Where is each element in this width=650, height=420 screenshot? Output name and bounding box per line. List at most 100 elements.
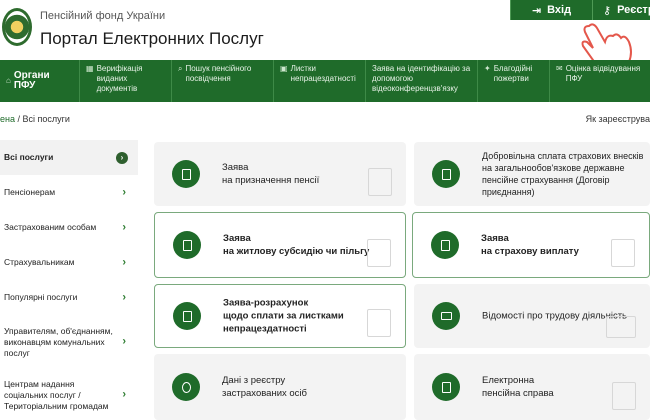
service-card-electronic-pension-file[interactable]: Електронна пенсійна справа — [414, 354, 650, 420]
card-line: на страхову виплату — [481, 246, 579, 257]
register-label: Реєстра — [617, 4, 650, 16]
document-check-icon — [367, 309, 391, 337]
document-icon — [172, 160, 200, 188]
login-label: Вхід — [547, 4, 572, 16]
org-name: Пенсійний фонд України — [40, 10, 166, 22]
document-icon — [432, 373, 460, 401]
document-outline-icon — [612, 382, 636, 410]
nav-item-visit-rating[interactable]: ✉ Оцінка відвідування ПФУ — [550, 60, 650, 102]
card-line: Дані з реєстру — [222, 375, 286, 386]
envelope-outline-icon — [606, 316, 636, 338]
document-check-icon — [367, 239, 391, 267]
auth-buttons: ⇥ Вхід ⚷ Реєстра — [510, 0, 650, 20]
register-button[interactable]: ⚷ Реєстра — [592, 0, 650, 20]
sidebar-item-label: Центрам надання соціальних послуг / Тери… — [4, 378, 109, 411]
site-header: Пенсійний фонд України Портал Електронни… — [0, 0, 650, 72]
service-card-insured-registry[interactable]: Дані з реєстру застрахованих осіб — [154, 354, 406, 420]
card-line: на загальнообов'язкове державне — [482, 163, 625, 173]
how-to-register-link[interactable]: Як зареєструва — [586, 114, 650, 124]
document-icon — [431, 231, 459, 259]
card-line: приєднання) — [482, 187, 535, 197]
gift-icon: ✦ — [484, 64, 491, 73]
card-text: Заява на призначення пенсії — [222, 161, 319, 187]
main-nav: ⌂ Органи ПФУ ▦ Верифікація виданих докум… — [0, 60, 650, 102]
login-button[interactable]: ⇥ Вхід — [510, 0, 592, 20]
document-icon — [173, 302, 201, 330]
service-card-insurance-payment[interactable]: Заява на страхову виплату — [412, 212, 650, 278]
sidebar-item-social-centers[interactable]: Центрам надання соціальних послуг / Тери… — [0, 369, 138, 420]
search-icon: ⌕ — [178, 64, 183, 73]
breadcrumb-separator: / — [14, 114, 23, 124]
nav-item-pension-search[interactable]: ⌕ Пошук пенсійного посвідчення — [172, 60, 274, 102]
card-text: Заява на житлову субсидію чи пільгу — [223, 232, 369, 258]
sidebar-item-insured-persons[interactable]: Застрахованим особам › — [0, 210, 138, 245]
sidebar-item-all-services[interactable]: Всі послуги › — [0, 140, 138, 175]
nav-item-label: Заява на ідентифікацію за допомогою віде… — [372, 64, 471, 93]
document-check-icon — [611, 239, 635, 267]
nav-item-label: Листки непрацездатності — [290, 64, 356, 83]
sidebar-item-insurers[interactable]: Страхувальникам › — [0, 245, 138, 280]
nav-item-label: Пошук пенсійного посвідчення — [185, 64, 252, 83]
service-card-pension-application[interactable]: Заява на призначення пенсії — [154, 142, 406, 206]
nav-item-verification[interactable]: ▦ Верифікація виданих документів — [80, 60, 172, 102]
breadcrumb: ена / Всі послуги — [0, 114, 70, 124]
chat-icon: ✉ — [556, 64, 563, 73]
chevron-right-icon: › — [122, 221, 126, 233]
card-line: застрахованих осіб — [222, 388, 307, 399]
chevron-right-icon: › — [122, 186, 126, 198]
card-line: Заява — [222, 162, 249, 173]
card-line: щодо сплати за листками — [223, 310, 344, 322]
nav-item-label: Оцінка відвідування ПФУ — [565, 64, 641, 83]
sidebar-item-utility-managers[interactable]: Управителям, об'єднанням, виконавцям ком… — [0, 315, 138, 369]
nav-item-donations[interactable]: ✦ Благодійні пожертви — [478, 60, 550, 102]
nav-item-label: Органи ПФУ — [13, 70, 50, 91]
breadcrumb-home-link[interactable]: ена — [0, 114, 15, 124]
sidebar-item-popular-services[interactable]: Популярні послуги › — [0, 280, 138, 315]
home-icon: ⌂ — [6, 76, 11, 85]
key-icon: ⚷ — [603, 4, 612, 17]
document-check-icon — [368, 168, 392, 196]
grid-icon: ▦ — [86, 64, 94, 73]
card-text: Добровільна сплата страхових внесків на … — [482, 150, 643, 198]
service-card-sick-leave-calculation[interactable]: Заява-розрахунок щодо сплати за листками… — [154, 284, 406, 348]
chevron-right-icon: › — [122, 256, 126, 268]
card-line: пенсійне страхування (Договір — [482, 175, 610, 185]
registry-icon — [172, 373, 200, 401]
card-line: Заява — [223, 233, 251, 244]
card-text: Електронна пенсійна справа — [482, 374, 554, 400]
sidebar-item-label: Популярні послуги — [4, 292, 78, 302]
camera-icon: ▣ — [280, 64, 288, 73]
services-sidebar: Всі послуги › Пенсіонерам › Застраховани… — [0, 140, 138, 420]
sidebar-item-label: Всі послуги — [4, 152, 54, 162]
document-icon — [432, 160, 460, 188]
service-card-voluntary-contributions[interactable]: Добровільна сплата страхових внесків на … — [414, 142, 650, 206]
login-icon: ⇥ — [531, 4, 542, 17]
card-line: на житлову субсидію чи пільгу — [223, 246, 370, 257]
nav-item-pfu-offices[interactable]: ⌂ Органи ПФУ — [0, 60, 80, 102]
card-text: Дані з реєстру застрахованих осіб — [222, 374, 307, 400]
pfu-logo-icon[interactable] — [2, 8, 32, 46]
sidebar-item-label: Застрахованим особам — [4, 222, 97, 232]
chevron-right-icon: › — [122, 388, 126, 401]
card-line: Добровільна сплата страхових внесків — [482, 151, 644, 161]
document-icon — [173, 231, 201, 259]
card-line: непрацездатності — [223, 323, 307, 335]
card-line: Заява — [481, 233, 509, 244]
nav-item-label: Верифікація виданих документів — [96, 64, 143, 93]
card-line: на призначення пенсії — [222, 175, 320, 186]
nav-item-video-identification[interactable]: Заява на ідентифікацію за допомогою віде… — [366, 60, 478, 102]
breadcrumb-current: Всі послуги — [22, 114, 70, 124]
nav-item-sick-leave[interactable]: ▣ Листки непрацездатності — [274, 60, 366, 102]
sidebar-item-pensioners[interactable]: Пенсіонерам › — [0, 175, 138, 210]
portal-title[interactable]: Портал Електронних Послуг — [40, 29, 264, 49]
service-card-employment-info[interactable]: Відомості про трудову діяльність — [414, 284, 650, 348]
sidebar-item-label: Страхувальникам — [4, 257, 75, 267]
sidebar-item-label: Пенсіонерам — [4, 187, 56, 197]
service-card-housing-subsidy[interactable]: Заява на житлову субсидію чи пільгу — [154, 212, 406, 278]
chevron-right-icon: › — [122, 291, 126, 303]
card-line: Електронна — [482, 375, 535, 386]
nav-item-label: Благодійні пожертви — [493, 64, 533, 83]
sidebar-item-label: Управителям, об'єднанням, виконавцям ком… — [4, 325, 113, 358]
envelope-icon — [432, 302, 460, 330]
chevron-right-icon: › — [116, 151, 128, 164]
